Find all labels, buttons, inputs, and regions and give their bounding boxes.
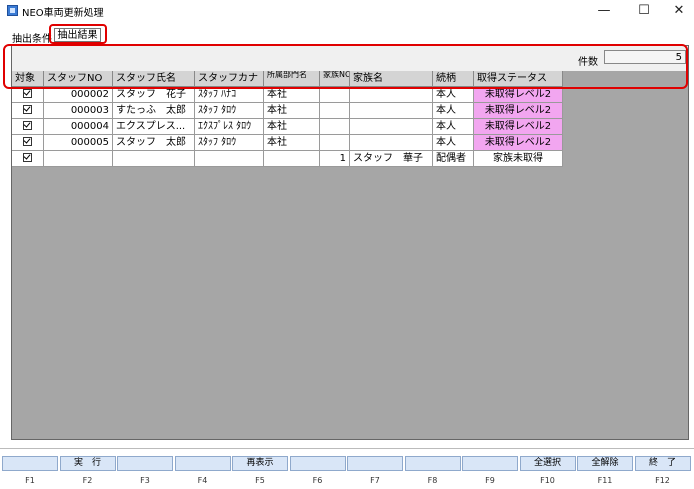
- cell-staff-kana: [195, 151, 264, 167]
- checkbox[interactable]: [23, 89, 32, 98]
- checkbox[interactable]: [23, 137, 32, 146]
- cell-relation: 本人: [433, 87, 474, 103]
- cell-status: 未取得レベル2: [474, 87, 563, 103]
- cell-target[interactable]: [12, 151, 44, 167]
- cell-dept: 本社: [264, 119, 320, 135]
- cell-staff-name: スタッフ 太郎: [113, 135, 195, 151]
- checkbox[interactable]: [23, 153, 32, 162]
- cell-dept: 本社: [264, 87, 320, 103]
- cell-staff-kana: ｽﾀｯﾌ ﾊﾅｺ: [195, 87, 264, 103]
- cell-family-name: [350, 103, 433, 119]
- minimize-button[interactable]: —: [587, 0, 621, 22]
- cell-relation: 配偶者: [433, 151, 474, 167]
- tab-conditions[interactable]: 抽出条件: [12, 30, 52, 45]
- maximize-button[interactable]: ☐: [627, 0, 661, 22]
- cell-staff-no: 000005: [44, 135, 113, 151]
- cell-status: 未取得レベル2: [474, 119, 563, 135]
- title-bar: NEO車両更新処理 — ☐ ✕: [0, 0, 694, 22]
- cell-dept: 本社: [264, 135, 320, 151]
- cell-staff-name: [113, 151, 195, 167]
- cell-staff-name: エクスプレス...: [113, 119, 195, 135]
- cell-target[interactable]: [12, 119, 44, 135]
- fkey-label: F11: [597, 476, 613, 485]
- cell-target[interactable]: [12, 87, 44, 103]
- fkey-label: F10: [540, 476, 555, 485]
- cell-target[interactable]: [12, 135, 44, 151]
- fkey-label: F4: [197, 476, 208, 485]
- cell-staff-kana: ｽﾀｯﾌ ﾀﾛｳ: [195, 135, 264, 151]
- fkey-f11-button[interactable]: 全解除: [577, 456, 633, 471]
- cell-staff-no: 000004: [44, 119, 113, 135]
- cell-family-name: [350, 87, 433, 103]
- fkey-f7-button[interactable]: [347, 456, 403, 471]
- cell-family-no: 1: [320, 151, 350, 167]
- close-button[interactable]: ✕: [662, 0, 694, 22]
- cell-relation: 本人: [433, 119, 474, 135]
- fkey-label: F5: [255, 476, 265, 485]
- checkbox[interactable]: [23, 121, 32, 130]
- cell-status: 家族未取得: [474, 151, 563, 167]
- fkey-f5-button[interactable]: 再表示: [232, 456, 288, 471]
- cell-staff-no: 000003: [44, 103, 113, 119]
- cell-family-name: [350, 135, 433, 151]
- cell-relation: 本人: [433, 135, 474, 151]
- fkey-f6-button[interactable]: [289, 456, 346, 471]
- fkey-f4-button[interactable]: [174, 456, 231, 471]
- cell-family-no: [320, 119, 350, 135]
- app-icon: [7, 5, 18, 16]
- cell-staff-name: スタッフ 花子: [113, 87, 195, 103]
- fkey-label: F9: [485, 476, 495, 485]
- cell-family-name: スタッフ 華子: [350, 151, 433, 167]
- fkey-label: F12: [655, 476, 670, 485]
- tab-highlight-marker: [49, 24, 107, 44]
- fkey-f9-button[interactable]: [462, 456, 518, 471]
- fkey-label: F3: [140, 476, 150, 485]
- cell-staff-kana: ｴｸｽﾌﾟﾚｽ ﾀﾛｳ: [195, 119, 264, 135]
- cell-staff-no: [44, 151, 113, 167]
- cell-status: 未取得レベル2: [474, 135, 563, 151]
- cell-dept: [264, 151, 320, 167]
- cell-staff-name: すたっふ 太郎: [113, 103, 195, 119]
- cell-staff-kana: ｽﾀｯﾌ ﾀﾛｳ: [195, 103, 264, 119]
- fkey-label: F7: [370, 476, 380, 485]
- fkey-label: F1: [25, 476, 35, 485]
- cell-relation: 本人: [433, 103, 474, 119]
- cell-staff-no: 000002: [44, 87, 113, 103]
- cell-family-no: [320, 103, 350, 119]
- fkey-f8-button[interactable]: [404, 456, 461, 471]
- fkey-f10-button[interactable]: 全選択: [519, 456, 576, 471]
- cell-family-no: [320, 135, 350, 151]
- window-title: NEO車両更新処理: [22, 8, 104, 19]
- cell-dept: 本社: [264, 103, 320, 119]
- cell-family-no: [320, 87, 350, 103]
- cell-family-name: [350, 119, 433, 135]
- cell-target[interactable]: [12, 103, 44, 119]
- fkey-f1-button[interactable]: [2, 456, 58, 471]
- results-panel: 件数 5 対象 スタッフNO スタッフ氏名 スタッフカナ 所属部門名 家族NO 家族名 続柄取…: [11, 45, 689, 440]
- fkey-f3-button[interactable]: [117, 456, 173, 471]
- fkey-f2-button[interactable]: 実 行: [59, 456, 116, 471]
- function-key-bar: F1 実 行 F2 F3 F4 再表示 F5 F6 F7 F8 F9 全選択 F10 全解除 F11 終 了 F…: [0, 448, 694, 489]
- grid-header-highlight: [3, 44, 688, 89]
- fkey-label: F6: [312, 476, 323, 485]
- fkey-label: F8: [427, 476, 438, 485]
- cell-status: 未取得レベル2: [474, 103, 563, 119]
- fkey-f12-button[interactable]: 終 了: [634, 456, 691, 471]
- checkbox[interactable]: [23, 105, 32, 114]
- fkey-label: F2: [82, 476, 93, 485]
